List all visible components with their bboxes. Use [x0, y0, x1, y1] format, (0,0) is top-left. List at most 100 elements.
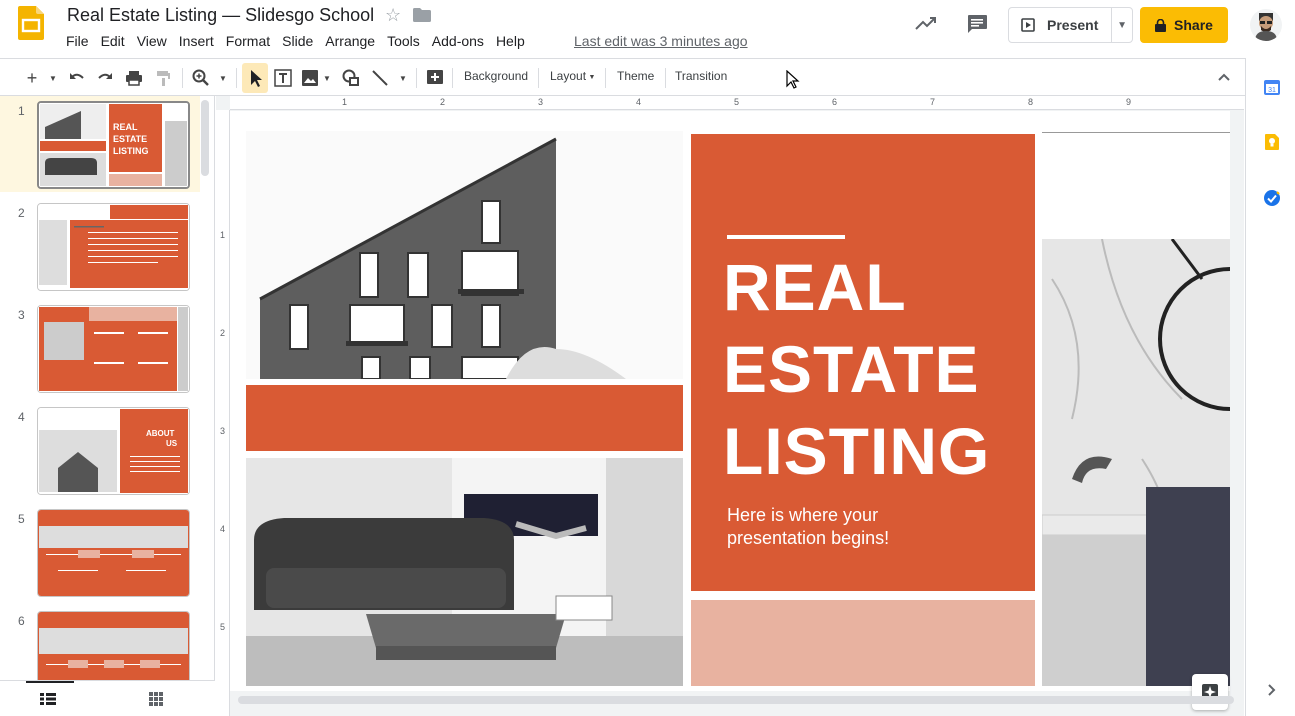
layout-button[interactable]: Layout — [550, 69, 586, 83]
filmstrip-slide-4[interactable]: 4 ABOUT US — [0, 402, 200, 498]
menu-help[interactable]: Help — [490, 31, 531, 51]
slide-title-line-3[interactable]: LISTING — [723, 410, 990, 492]
avatar[interactable] — [1250, 9, 1282, 41]
filmstrip-slide-6[interactable]: 6 — [0, 606, 200, 680]
filmstrip-scrollbar[interactable] — [201, 100, 209, 176]
text-box-icon[interactable] — [274, 67, 292, 89]
slides-logo-icon[interactable] — [18, 6, 44, 40]
slide-title-line-1[interactable]: REAL — [723, 246, 907, 328]
shape-icon[interactable] — [342, 67, 360, 89]
line-icon[interactable] — [371, 67, 389, 89]
toolbar-divider — [182, 68, 183, 88]
explore-button[interactable] — [1192, 674, 1228, 710]
toolbar-divider — [416, 68, 417, 88]
image-icon[interactable] — [301, 67, 319, 89]
slide-title-line-2[interactable]: ESTATE — [723, 328, 980, 410]
line-dropdown-icon[interactable]: ▼ — [398, 67, 408, 89]
redo-icon[interactable] — [96, 67, 114, 89]
star-icon[interactable]: ☆ — [385, 5, 401, 26]
canvas-horizontal-scrollbar[interactable] — [238, 696, 1234, 704]
orange-band[interactable] — [246, 385, 683, 451]
slide[interactable]: REAL ESTATE LISTING Here is where your p… — [230, 111, 1230, 691]
svg-text:LISTING: LISTING — [113, 146, 149, 156]
slide-subtitle-line-1[interactable]: Here is where your — [727, 504, 878, 527]
image-dropdown-icon[interactable]: ▼ — [322, 67, 332, 89]
transition-button[interactable]: Transition — [675, 69, 727, 83]
layout-dropdown-icon[interactable]: ▼ — [588, 70, 596, 84]
thumbnail-art: REAL ESTATE LISTING — [39, 103, 188, 187]
building-photo[interactable] — [246, 131, 683, 379]
calendar-icon[interactable]: 31 — [1263, 78, 1281, 96]
menu-tools[interactable]: Tools — [381, 31, 426, 51]
filmstrip-view-icon[interactable] — [40, 693, 56, 705]
svg-text:REAL: REAL — [113, 122, 138, 132]
grid-view-icon[interactable] — [149, 692, 163, 706]
slide-number: 4 — [18, 410, 25, 424]
menu-format[interactable]: Format — [220, 31, 276, 51]
menu-addons[interactable]: Add-ons — [426, 31, 490, 51]
toolbar-divider — [452, 68, 453, 88]
ruler-label: 4 — [636, 97, 642, 107]
slide-subtitle-line-2[interactable]: presentation begins! — [727, 527, 889, 550]
menu-edit[interactable]: Edit — [95, 31, 131, 51]
title-block[interactable]: REAL ESTATE LISTING Here is where your p… — [691, 134, 1035, 591]
slide-thumbnail[interactable]: REAL ESTATE LISTING — [37, 101, 190, 189]
slide-thumbnail[interactable] — [37, 203, 190, 291]
comment-icon[interactable] — [966, 14, 988, 34]
select-tool-icon[interactable] — [246, 67, 264, 89]
folder-icon[interactable] — [413, 8, 431, 22]
mouse-cursor-icon — [786, 70, 800, 89]
slide-thumbnail[interactable] — [37, 611, 190, 680]
zoom-icon[interactable] — [192, 67, 210, 89]
slide-thumbnail[interactable]: ABOUT US — [37, 407, 190, 495]
ruler-label: 7 — [930, 97, 936, 107]
pink-block[interactable] — [691, 600, 1035, 686]
svg-text:ESTATE: ESTATE — [113, 134, 147, 144]
menu-file[interactable]: File — [60, 31, 95, 51]
ruler-label: 5 — [734, 97, 740, 107]
new-slide-dropdown-icon[interactable]: ▼ — [48, 67, 58, 89]
ruler-label: 2 — [440, 97, 446, 107]
menu-view[interactable]: View — [131, 31, 173, 51]
new-slide-icon[interactable]: + — [24, 67, 40, 89]
keep-icon[interactable] — [1263, 133, 1281, 151]
collapse-toolbar-icon[interactable] — [1217, 71, 1231, 83]
print-icon[interactable] — [125, 67, 143, 89]
filmstrip-slide-1[interactable]: 1 REAL ESTATE LISTING — [0, 96, 200, 192]
tasks-icon[interactable] — [1263, 189, 1281, 207]
activity-trend-icon[interactable] — [915, 14, 937, 32]
document-title[interactable]: Real Estate Listing — Slidesgo School — [67, 5, 374, 26]
filmstrip-slide-5[interactable]: 5 — [0, 504, 200, 600]
undo-icon[interactable] — [68, 67, 86, 89]
ruler-label: 9 — [1126, 97, 1132, 107]
slide-thumbnail[interactable] — [37, 305, 190, 393]
svg-text:31: 31 — [1268, 87, 1276, 94]
side-panel: 31 — [1245, 58, 1295, 716]
slide-number: 2 — [18, 206, 25, 220]
zoom-dropdown-icon[interactable]: ▼ — [218, 67, 228, 89]
filmstrip-slide-2[interactable]: 2 — [0, 198, 200, 294]
last-edit-link[interactable]: Last edit was 3 minutes ago — [574, 33, 748, 49]
present-button[interactable]: Present ▼ — [1008, 7, 1133, 43]
paint-format-icon[interactable] — [154, 67, 172, 89]
slide-thumbnail[interactable] — [37, 509, 190, 597]
menu-slide[interactable]: Slide — [276, 31, 319, 51]
svg-text:US: US — [166, 439, 178, 448]
slide-number: 1 — [18, 104, 25, 118]
bathroom-photo[interactable] — [1042, 239, 1230, 686]
horizontal-ruler: 1 2 3 4 5 6 7 8 9 — [230, 96, 1244, 110]
menu-insert[interactable]: Insert — [173, 31, 220, 51]
share-button[interactable]: Share — [1140, 7, 1228, 43]
sofa-photo[interactable] — [246, 458, 683, 686]
present-main[interactable]: Present — [1009, 8, 1113, 42]
thumbnail-art — [38, 612, 189, 680]
background-button[interactable]: Background — [464, 69, 528, 83]
ruler-label: 1 — [342, 97, 348, 107]
present-dropdown-icon[interactable]: ▼ — [1112, 20, 1132, 31]
theme-button[interactable]: Theme — [617, 69, 654, 83]
expand-side-panel-icon[interactable] — [1266, 683, 1276, 697]
menu-arrange[interactable]: Arrange — [319, 31, 381, 51]
toolbar-divider — [538, 68, 539, 88]
filmstrip-slide-3[interactable]: 3 — [0, 300, 200, 396]
add-comment-icon[interactable] — [426, 67, 444, 89]
